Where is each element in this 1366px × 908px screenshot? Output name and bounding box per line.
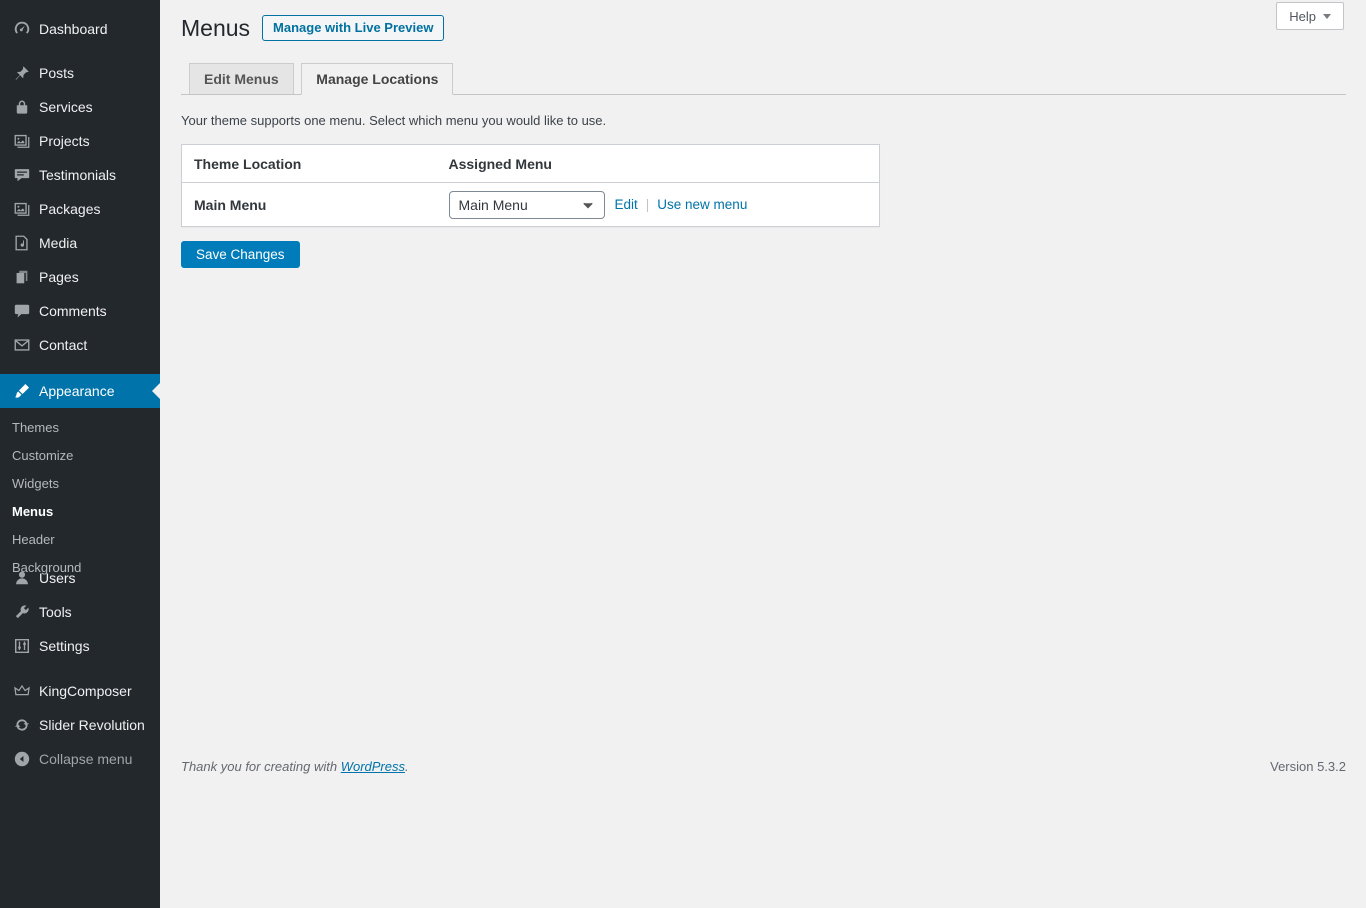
sidebar-separator — [0, 46, 160, 56]
tab-manage-locations[interactable]: Manage Locations — [301, 63, 453, 95]
chevron-down-icon — [581, 198, 595, 212]
link-separator: | — [646, 197, 650, 212]
use-new-menu-link[interactable]: Use new menu — [657, 197, 747, 212]
help-button[interactable]: Help — [1276, 2, 1344, 30]
sidebar-item-label: Dashboard — [39, 21, 108, 37]
sidebar-lower-group: Users Tools Settings KingComposer Sli — [0, 561, 160, 776]
footer-period: . — [405, 759, 409, 774]
sidebar-item-label: Settings — [39, 638, 90, 654]
theme-location-cell: Main Menu — [182, 183, 437, 227]
sidebar-item-appearance[interactable]: Appearance — [0, 374, 160, 408]
page-title: Menus — [181, 9, 250, 47]
sidebar-item-contact[interactable]: Contact — [0, 328, 160, 362]
edit-menu-link[interactable]: Edit — [615, 197, 638, 212]
table-row: Main Menu Main Menu Edit | Use new men — [182, 183, 880, 227]
submenu-item-themes[interactable]: Themes — [0, 414, 160, 442]
sidebar-item-media[interactable]: Media — [0, 226, 160, 260]
dashboard-icon — [13, 20, 31, 38]
column-header-assigned-menu: Assigned Menu — [437, 145, 880, 183]
comment-icon — [13, 302, 31, 320]
sidebar-item-projects[interactable]: Projects — [0, 124, 160, 158]
sidebar-item-label: Collapse menu — [39, 751, 132, 767]
sidebar-item-label: Testimonials — [39, 167, 116, 183]
help-label: Help — [1289, 9, 1316, 24]
media-icon — [13, 234, 31, 252]
tab-edit-menus[interactable]: Edit Menus — [189, 63, 294, 94]
sidebar-separator — [0, 663, 160, 674]
sidebar-item-tools[interactable]: Tools — [0, 595, 160, 629]
submenu-item-widgets[interactable]: Widgets — [0, 470, 160, 498]
testimonial-icon — [13, 166, 31, 184]
sidebar-item-label: Pages — [39, 269, 79, 285]
page-description: Your theme supports one menu. Select whi… — [181, 113, 1346, 128]
users-icon — [13, 569, 31, 587]
version-text: Version 5.3.2 — [1270, 759, 1346, 774]
sidebar-spacer — [0, 0, 160, 12]
packages-icon — [13, 200, 31, 218]
pushpin-icon — [13, 64, 31, 82]
slider-revolution-icon — [13, 716, 31, 734]
appearance-submenu: Themes Customize Widgets Menus Header Ba… — [0, 408, 160, 582]
sidebar-item-packages[interactable]: Packages — [0, 192, 160, 226]
sidebar-item-label: Services — [39, 99, 93, 115]
sidebar-item-comments[interactable]: Comments — [0, 294, 160, 328]
column-header-theme-location: Theme Location — [182, 145, 437, 183]
pages-icon — [13, 268, 31, 286]
sidebar-item-services[interactable]: Services — [0, 90, 160, 124]
sidebar-item-label: Users — [39, 570, 76, 586]
sidebar-item-label: Packages — [39, 201, 100, 217]
menu-locations-table: Theme Location Assigned Menu Main Menu M… — [181, 144, 880, 227]
sidebar-item-label: Media — [39, 235, 77, 251]
settings-icon — [13, 637, 31, 655]
sidebar-item-testimonials[interactable]: Testimonials — [0, 158, 160, 192]
footer-thanks-prefix: Thank you for creating with — [181, 759, 337, 774]
submenu-item-menus[interactable]: Menus — [0, 498, 160, 526]
manage-live-preview-button[interactable]: Manage with Live Preview — [262, 15, 444, 41]
page-header: Menus Manage with Live Preview — [181, 9, 1346, 47]
assigned-menu-select[interactable]: Main Menu — [449, 191, 605, 219]
sidebar-item-pages[interactable]: Pages — [0, 260, 160, 294]
submenu-item-header[interactable]: Header — [0, 526, 160, 554]
sidebar-item-label: Contact — [39, 337, 87, 353]
sidebar-item-kingcomposer[interactable]: KingComposer — [0, 674, 160, 708]
sidebar-item-label: Comments — [39, 303, 107, 319]
footer-thanks-text: Thank you for creating with WordPress. — [181, 759, 409, 774]
sidebar-item-settings[interactable]: Settings — [0, 629, 160, 663]
bag-icon — [13, 98, 31, 116]
assigned-menu-cell: Main Menu Edit | Use new menu — [449, 183, 868, 226]
main-content: Menus Manage with Live Preview Edit Menu… — [160, 0, 1366, 908]
collapse-menu-button[interactable]: Collapse menu — [0, 742, 160, 776]
sidebar-item-slider-revolution[interactable]: Slider Revolution — [0, 708, 160, 742]
sidebar-item-label: Slider Revolution — [39, 717, 145, 733]
selected-menu-value: Main Menu — [459, 197, 528, 213]
sidebar-item-dashboard[interactable]: Dashboard — [0, 12, 160, 46]
admin-footer: Thank you for creating with WordPress. V… — [181, 759, 1346, 774]
sidebar-item-label: Projects — [39, 133, 90, 149]
sidebar-item-label: Appearance — [39, 383, 115, 399]
collapse-arrow-icon — [13, 750, 31, 768]
crown-icon — [13, 682, 31, 700]
sidebar-item-users[interactable]: Users — [0, 561, 160, 595]
brush-icon — [13, 382, 31, 400]
wrench-icon — [13, 603, 31, 621]
sidebar-item-posts[interactable]: Posts — [0, 56, 160, 90]
submenu-item-customize[interactable]: Customize — [0, 442, 160, 470]
save-changes-button[interactable]: Save Changes — [181, 241, 300, 268]
sidebar-item-label: Posts — [39, 65, 74, 81]
wordpress-link[interactable]: WordPress — [341, 759, 405, 774]
chevron-down-icon — [1323, 14, 1331, 19]
tab-bar: Edit Menus Manage Locations — [181, 62, 1346, 95]
sidebar-item-label: Tools — [39, 604, 72, 620]
admin-sidebar: Dashboard Posts Services Projects Testim… — [0, 0, 160, 908]
table-header-row: Theme Location Assigned Menu — [182, 145, 880, 183]
sidebar-item-label: KingComposer — [39, 683, 132, 699]
row-actions: Edit | Use new menu — [615, 197, 748, 212]
sidebar-separator — [0, 362, 160, 374]
envelope-icon — [13, 336, 31, 354]
portfolio-icon — [13, 132, 31, 150]
